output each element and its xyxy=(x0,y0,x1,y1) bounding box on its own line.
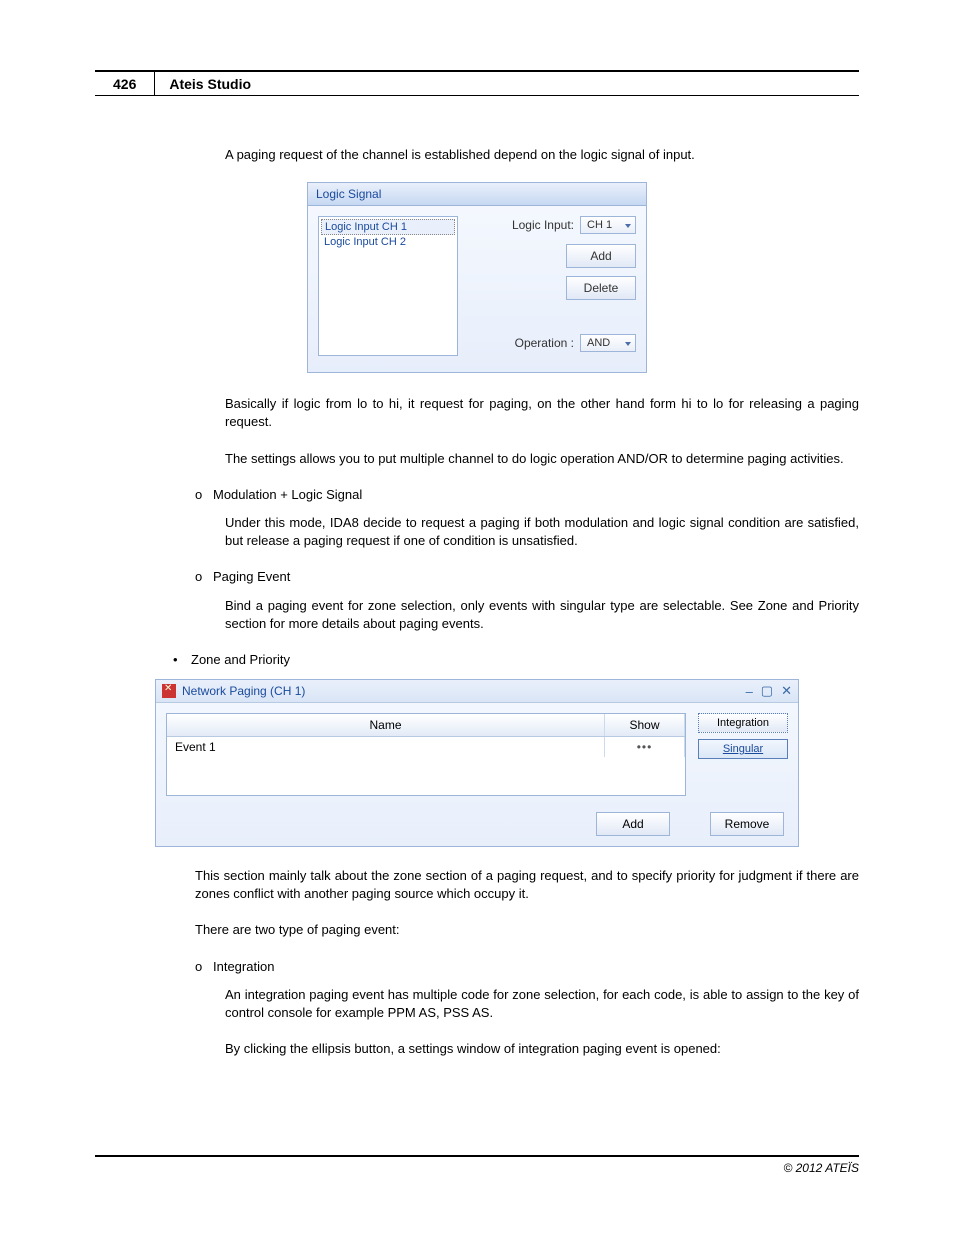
add-button[interactable]: Add xyxy=(596,812,670,836)
events-table: Name Show Event 1 ••• xyxy=(166,713,686,796)
maximize-icon[interactable]: ▢ xyxy=(761,683,773,699)
operation-combo[interactable]: AND xyxy=(580,334,636,352)
window-titlebar: Network Paging (CH 1) – ▢ ✕ xyxy=(156,680,798,703)
bullet-item: oIntegration xyxy=(195,958,859,976)
remove-button[interactable]: Remove xyxy=(710,812,784,836)
operation-label: Operation : xyxy=(515,336,574,350)
paragraph: Under this mode, IDA8 decide to request … xyxy=(225,514,859,550)
circle-bullet-icon: o xyxy=(195,568,213,586)
paragraph: An integration paging event has multiple… xyxy=(225,986,859,1022)
close-icon[interactable]: ✕ xyxy=(781,683,792,699)
table-row[interactable]: Event 1 ••• xyxy=(167,737,685,795)
network-paging-panel: Network Paging (CH 1) – ▢ ✕ Name Show Ev… xyxy=(155,679,799,847)
logic-signal-panel: Logic Signal Logic Input CH 1 Logic Inpu… xyxy=(307,182,647,373)
panel-title: Logic Signal xyxy=(308,183,646,206)
logic-input-combo[interactable]: CH 1 xyxy=(580,216,636,234)
circle-bullet-icon: o xyxy=(195,958,213,976)
bullet-text: Paging Event xyxy=(213,569,290,584)
paragraph: By clicking the ellipsis button, a setti… xyxy=(225,1040,859,1058)
logic-input-label: Logic Input: xyxy=(512,218,574,232)
list-item[interactable]: Logic Input CH 1 xyxy=(321,219,455,235)
bullet-item: oModulation + Logic Signal xyxy=(195,486,859,504)
minimize-icon[interactable]: – xyxy=(746,684,753,699)
bullet-text: Zone and Priority xyxy=(191,652,290,667)
bullet-item: •Zone and Priority xyxy=(173,651,859,669)
bullet-item: oPaging Event xyxy=(195,568,859,586)
logic-input-list[interactable]: Logic Input CH 1 Logic Input CH 2 xyxy=(318,216,458,356)
paragraph: Basically if logic from lo to hi, it req… xyxy=(225,395,859,431)
app-icon xyxy=(162,684,176,698)
bullet-text: Integration xyxy=(213,959,274,974)
paragraph: A paging request of the channel is estab… xyxy=(225,146,859,164)
window-title: Network Paging (CH 1) xyxy=(182,684,738,698)
paragraph: The settings allows you to put multiple … xyxy=(225,450,859,468)
bullet-icon: • xyxy=(173,651,191,669)
paragraph: There are two type of paging event: xyxy=(195,921,859,939)
singular-button[interactable]: Singular xyxy=(698,739,788,759)
paragraph: This section mainly talk about the zone … xyxy=(195,867,859,903)
page-header: 426 Ateis Studio xyxy=(95,70,859,96)
list-item[interactable]: Logic Input CH 2 xyxy=(321,235,455,249)
column-header-show: Show xyxy=(605,714,685,736)
page-footer: © 2012 ATEÏS xyxy=(95,1155,859,1175)
bullet-text: Modulation + Logic Signal xyxy=(213,487,362,502)
ellipsis-button[interactable]: ••• xyxy=(605,737,685,757)
integration-button[interactable]: Integration xyxy=(698,713,788,733)
cell-name: Event 1 xyxy=(167,737,605,757)
paragraph: Bind a paging event for zone selection, … xyxy=(225,597,859,633)
page-number: 426 xyxy=(95,72,155,95)
delete-button[interactable]: Delete xyxy=(566,276,636,300)
column-header-name: Name xyxy=(167,714,605,736)
add-button[interactable]: Add xyxy=(566,244,636,268)
circle-bullet-icon: o xyxy=(195,486,213,504)
header-title: Ateis Studio xyxy=(155,76,251,92)
copyright: © 2012 ATEÏS xyxy=(783,1161,859,1175)
